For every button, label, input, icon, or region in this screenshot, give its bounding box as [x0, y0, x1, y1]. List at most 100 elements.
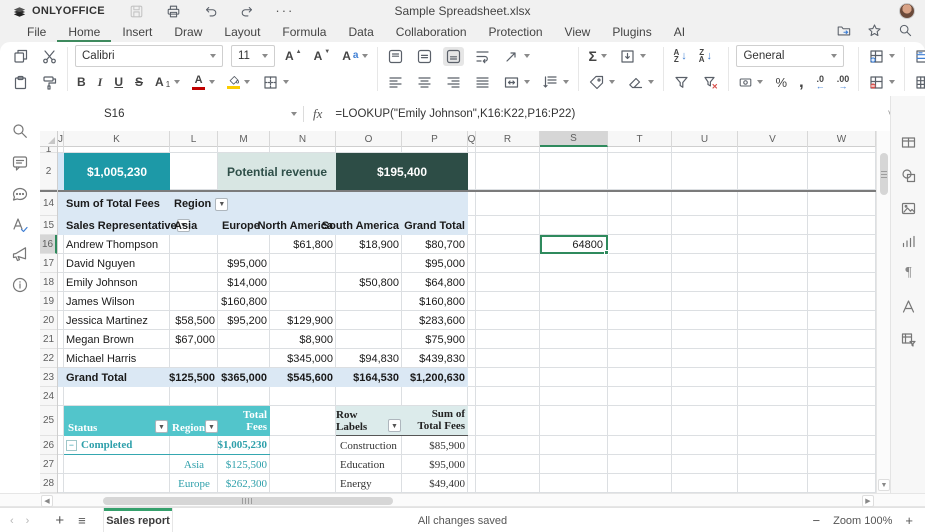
horizontal-scrollbar-thumb[interactable]	[103, 497, 393, 505]
group-cell[interactable]: − Completed	[64, 439, 170, 451]
column-header[interactable]: V	[738, 131, 808, 147]
increase-decimal-button[interactable]: .00 →	[835, 74, 852, 91]
underline-button[interactable]: U	[112, 75, 125, 89]
menu-tab[interactable]: Protection	[478, 22, 554, 42]
cell[interactable]: $50,800	[336, 277, 402, 289]
column-header[interactable]: R	[476, 131, 540, 147]
cell[interactable]: $125,500	[218, 459, 270, 471]
row-header[interactable]: 17	[40, 254, 57, 273]
pivot-row[interactable]: Andrew Thompson $61,800 $18,900 $80,700	[58, 235, 468, 254]
sidebar-feedback-button[interactable]	[11, 246, 29, 264]
cell-reference-box[interactable]: S16	[98, 103, 303, 124]
format-painter-button[interactable]	[39, 73, 60, 92]
search-button[interactable]	[898, 23, 913, 41]
row-header[interactable]: 15	[40, 216, 57, 235]
potential-revenue-value-cell[interactable]: $195,400	[336, 153, 468, 190]
row-header[interactable]: 14	[40, 192, 57, 216]
sidebar-spellcheck-button[interactable]	[11, 216, 29, 234]
cut-button[interactable]	[39, 47, 60, 66]
font-name-select[interactable]: Calibri	[75, 45, 223, 67]
row-header[interactable]: 26	[40, 436, 57, 455]
sum-header-cell[interactable]: Sum of Total Fees	[218, 396, 270, 436]
cell[interactable]: $64,800	[402, 277, 468, 289]
save-button[interactable]	[127, 2, 147, 20]
sidebar-about-button[interactable]	[11, 276, 29, 294]
insert-cells-button[interactable]	[866, 47, 897, 66]
decrease-font-size-button[interactable]: A ▼	[312, 49, 333, 63]
row-header[interactable]: 24	[40, 387, 57, 406]
cell[interactable]: Megan Brown	[58, 334, 170, 346]
collapse-group-button[interactable]: −	[66, 439, 77, 451]
cell[interactable]: $95,000	[402, 459, 468, 471]
select-all-corner[interactable]	[40, 131, 58, 146]
fill-color-button[interactable]	[225, 74, 252, 90]
strikethrough-button[interactable]: S	[133, 75, 145, 89]
pivot-col-header[interactable]: South America	[322, 220, 402, 232]
menu-tab[interactable]: Formula	[271, 22, 337, 42]
autosum-button[interactable]: Σ	[586, 48, 608, 64]
scroll-right-button[interactable]: ▶	[862, 495, 874, 507]
print-button[interactable]	[164, 2, 184, 20]
pivot-rowfield-header-cell[interactable]: Sales Representative ▼	[58, 219, 190, 232]
number-format-select[interactable]: General	[736, 45, 845, 67]
pivot-row[interactable]: Asia $125,500	[64, 455, 270, 474]
image-settings-button[interactable]	[900, 200, 917, 217]
named-ranges-button[interactable]	[586, 73, 617, 92]
cell[interactable]: $49,400	[402, 478, 468, 490]
clear-button[interactable]	[625, 73, 656, 92]
column-header[interactable]: T	[608, 131, 672, 147]
filter-button[interactable]	[671, 73, 692, 92]
formula-input[interactable]: =LOOKUP("Emily Johnson",K16:K22,P16:P22)	[331, 108, 575, 120]
accounting-style-button[interactable]	[736, 74, 765, 91]
column-header-selected[interactable]: S	[540, 131, 608, 147]
cell[interactable]: $58,500	[170, 315, 218, 327]
pivot-row[interactable]: Education $95,000	[336, 455, 468, 474]
paragraph-settings-button[interactable]: ¶	[900, 265, 917, 282]
pivot-title-cell[interactable]: Sum of Total Fees	[58, 198, 170, 210]
menu-tab[interactable]: Layout	[213, 22, 271, 42]
pivot-row[interactable]: Energy $49,400	[336, 474, 468, 493]
row-header[interactable]: 2	[40, 153, 57, 190]
cell[interactable]: Emily Johnson	[58, 277, 170, 289]
align-right-button[interactable]	[443, 73, 464, 92]
cell[interactable]: $545,600	[270, 372, 336, 384]
cell[interactable]: $14,000	[218, 277, 270, 289]
pivot-row[interactable]: David Nguyen $95,000 $95,000	[58, 254, 468, 273]
cell[interactable]: $129,900	[270, 315, 336, 327]
cell[interactable]: $8,900	[270, 334, 336, 346]
align-middle-button[interactable]	[414, 47, 435, 66]
cell[interactable]: Jessica Martinez	[58, 315, 170, 327]
sort-ascending-button[interactable]: A Z ↓	[671, 48, 688, 64]
cell[interactable]: $125,500	[169, 372, 218, 384]
cell[interactable]: $80,700	[402, 239, 468, 251]
cell[interactable]: Education	[336, 459, 402, 471]
zoom-out-button[interactable]: −	[813, 514, 821, 527]
cell[interactable]: $345,000	[270, 353, 336, 365]
cell[interactable]: $18,900	[336, 239, 402, 251]
cell[interactable]: James Wilson	[58, 296, 170, 308]
prev-sheet-button[interactable]: ‹	[10, 515, 14, 527]
paragraph-spacing-button[interactable]	[540, 73, 571, 92]
chart-settings-button[interactable]	[900, 233, 917, 250]
sort-descending-button[interactable]: Z A ↓	[697, 48, 714, 64]
region-filter-dropdown[interactable]: ▼	[205, 420, 218, 433]
vertical-scrollbar-thumb[interactable]	[880, 153, 888, 195]
align-justify-button[interactable]	[472, 73, 493, 92]
sum-header-cell[interactable]: Sum of Total Fees	[402, 406, 468, 435]
column-header[interactable]: K	[64, 131, 170, 147]
decrease-decimal-button[interactable]: .0 ←	[814, 74, 827, 91]
redo-button[interactable]	[238, 2, 258, 20]
row-header[interactable]: 28	[40, 474, 57, 493]
subscript-button[interactable]: A1	[153, 74, 182, 90]
menu-tab[interactable]: Draw	[163, 22, 213, 42]
bold-button[interactable]: B	[75, 75, 88, 89]
open-file-location-button[interactable]	[836, 23, 851, 41]
pivot-grandtotal-row[interactable]: Grand Total $125,500 $365,000 $545,600 $…	[58, 368, 468, 387]
merge-cells-button[interactable]	[501, 73, 532, 92]
cell[interactable]: $94,830	[336, 353, 402, 365]
column-header[interactable]: N	[270, 131, 336, 147]
selected-cell-s16[interactable]: 64800	[540, 235, 609, 255]
favorites-button[interactable]	[867, 23, 882, 41]
sidebar-search-button[interactable]	[11, 122, 29, 140]
cell-settings-button[interactable]	[900, 134, 917, 151]
